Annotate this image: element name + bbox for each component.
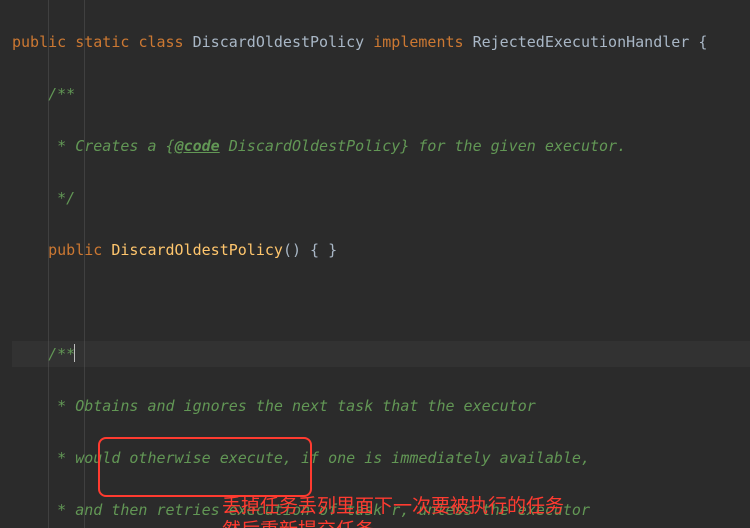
keyword: implements	[373, 33, 463, 51]
indent-guide	[48, 0, 49, 528]
code-line: * would otherwise execute, if one is imm…	[12, 445, 750, 471]
javadoc: * would otherwise execute, if one is imm…	[12, 449, 590, 467]
class-name: DiscardOldestPolicy	[193, 33, 365, 51]
code-editor: public static class DiscardOldestPolicy …	[0, 0, 750, 528]
code-line: /**	[12, 81, 750, 107]
code-line: * Obtains and ignores the next task that…	[12, 393, 750, 419]
javadoc: /**	[12, 345, 75, 363]
brace: {	[689, 33, 707, 51]
keyword: class	[138, 33, 183, 51]
keyword: public	[48, 241, 102, 259]
javadoc: * Creates a {	[12, 137, 175, 155]
javadoc: DiscardOldestPolicy} for the given execu…	[220, 137, 626, 155]
blank-line	[12, 289, 750, 315]
code-line: */	[12, 185, 750, 211]
text-caret	[74, 344, 75, 362]
javadoc-tag: @code	[175, 137, 220, 155]
javadoc: /**	[12, 85, 75, 103]
caret-line: /**	[12, 341, 750, 367]
constructor-name: DiscardOldestPolicy	[111, 241, 283, 259]
indent-guide	[84, 0, 85, 528]
code-block: public static class DiscardOldestPolicy …	[0, 0, 750, 528]
code-line: * Creates a {@code DiscardOldestPolicy} …	[12, 133, 750, 159]
javadoc: * Obtains and ignores the next task that…	[12, 397, 536, 415]
javadoc: * and then retries execution of task r, …	[12, 501, 590, 519]
code-line: * and then retries execution of task r, …	[12, 497, 750, 523]
interface-name: RejectedExecutionHandler	[473, 33, 690, 51]
code-line: public static class DiscardOldestPolicy …	[12, 29, 750, 55]
keyword: public	[12, 33, 66, 51]
signature: () { }	[283, 241, 337, 259]
code-line: public DiscardOldestPolicy() { }	[12, 237, 750, 263]
javadoc: */	[12, 189, 75, 207]
